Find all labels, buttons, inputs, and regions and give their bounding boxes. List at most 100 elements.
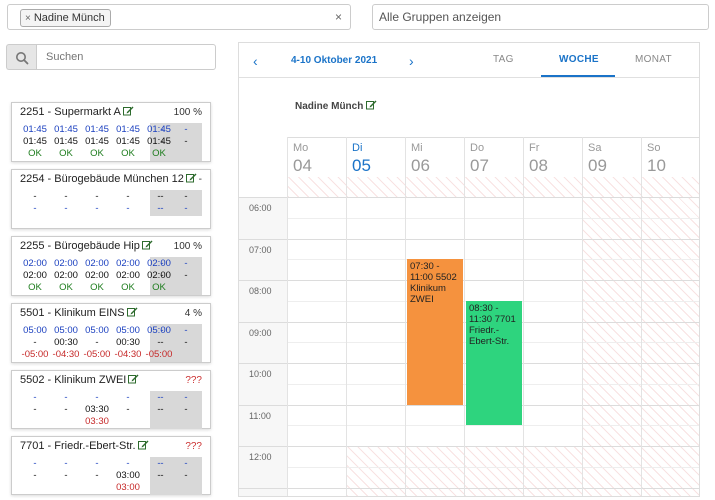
edit-icon[interactable] xyxy=(128,374,139,384)
card-cell: - xyxy=(184,392,188,403)
search-button[interactable] xyxy=(6,44,36,70)
card-cell: 02:00 xyxy=(116,258,140,269)
card-percentage: 100 % xyxy=(173,241,202,252)
card-cell: 00:30 xyxy=(116,337,140,348)
card-title: 5501 - Klinikum EINS xyxy=(20,307,138,319)
card-cell: - xyxy=(184,203,188,214)
hour-line xyxy=(239,487,699,489)
day-number[interactable]: 06 xyxy=(411,156,430,176)
day-number[interactable]: 04 xyxy=(293,156,312,176)
card-cell: - xyxy=(160,404,164,415)
hour-line xyxy=(239,280,699,281)
card-cell: - xyxy=(33,392,37,403)
card-percentage: 100 % xyxy=(173,107,202,118)
time-label: 10:00 xyxy=(249,369,272,379)
card-cell: OK xyxy=(59,148,73,159)
weekend-unavailable xyxy=(583,198,641,496)
day-number[interactable]: 08 xyxy=(529,156,548,176)
card-cell: 02:00 xyxy=(23,270,47,281)
object-card[interactable]: 7701 - Friedr.-Ebert-Str.??? - - - - - - - - - -03… xyxy=(11,436,211,495)
day-name: Di xyxy=(352,142,363,154)
clear-icon[interactable]: × xyxy=(335,10,342,24)
card-cell: - xyxy=(33,458,37,469)
day-column-divider xyxy=(641,137,642,496)
edit-icon[interactable] xyxy=(185,173,197,183)
card-cell: OK xyxy=(59,282,73,293)
tab-day[interactable]: TAG xyxy=(493,54,514,65)
time-label: 07:00 xyxy=(249,244,272,255)
day-name: So xyxy=(647,142,661,154)
object-card[interactable]: 2254 - Bürogebäude München 12- - - - - - - - - - -… xyxy=(11,169,211,229)
card-cell: 02:00 xyxy=(54,270,78,281)
card-cell: - xyxy=(160,258,164,269)
tab-month[interactable]: MONAT xyxy=(635,54,672,65)
time-label: 09:00 xyxy=(249,327,272,338)
card-cell: - xyxy=(126,392,130,403)
user-tag[interactable]: × Nadine Münch xyxy=(20,9,111,27)
card-cell: - xyxy=(184,136,188,147)
card-cell: OK xyxy=(28,282,42,293)
card-cell: - xyxy=(184,325,188,336)
after-hours-unavailable xyxy=(524,446,582,496)
card-cell: - xyxy=(160,470,164,481)
search-icon xyxy=(16,52,29,65)
card-cell: - xyxy=(126,458,130,469)
card-cell: OK xyxy=(121,148,135,159)
user-filter[interactable]: × Nadine Münch × xyxy=(7,4,351,30)
day-name: Mi xyxy=(411,142,423,154)
object-card[interactable]: 5501 - Klinikum EINS 4 % 05:00 05:00 05:00 05… xyxy=(11,303,211,363)
card-cell: - xyxy=(95,392,99,403)
day-number[interactable]: 07 xyxy=(470,156,489,176)
tab-week[interactable]: WOCHE xyxy=(559,54,599,65)
card-cell: - xyxy=(33,337,37,348)
card-cell: - xyxy=(160,124,164,135)
card-cell: - xyxy=(184,470,188,481)
day-number[interactable]: 09 xyxy=(588,156,607,176)
prev-week-button[interactable]: ‹ xyxy=(253,53,258,69)
calendar-event[interactable]: 07:30 - 11:00 5502 Klinikum ZWEI xyxy=(407,259,463,405)
allday-unavailable xyxy=(288,177,346,197)
date-range: 4-10 Oktober 2021 xyxy=(291,55,378,66)
tag-remove-icon[interactable]: × xyxy=(25,13,31,24)
card-cell: 02:00 xyxy=(23,258,47,269)
half-hour-line xyxy=(287,259,699,261)
edit-icon[interactable] xyxy=(122,106,134,116)
hour-line xyxy=(239,197,699,198)
edit-icon[interactable] xyxy=(141,240,153,250)
time-label: 06:00 xyxy=(249,203,272,213)
card-cell: OK xyxy=(90,148,104,159)
card-cell: - xyxy=(184,270,188,281)
card-title: 2255 - Bürogebäude Hip xyxy=(20,240,153,252)
card-cell: - xyxy=(33,203,37,214)
card-cell: - xyxy=(64,458,68,469)
card-cell: -04:30 xyxy=(114,349,142,360)
half-hour-line xyxy=(287,425,699,427)
group-filter-placeholder: Alle Gruppen anzeigen xyxy=(379,10,502,24)
edit-icon[interactable] xyxy=(137,440,149,450)
calendar-event[interactable]: 08:30 - 11:30 7701 Friedr.-Ebert-Str. xyxy=(466,300,522,426)
card-cell: - xyxy=(64,392,68,403)
edit-icon[interactable] xyxy=(366,100,377,110)
resource-name: Nadine Münch xyxy=(295,100,377,112)
day-number[interactable]: 05 xyxy=(352,156,371,176)
card-cell: 03:30 xyxy=(85,404,109,415)
card-cell: 02:00 xyxy=(54,258,78,269)
card-cell: - xyxy=(33,191,37,202)
day-column-divider xyxy=(582,137,583,496)
card-cell: - xyxy=(64,203,68,214)
object-card[interactable]: 5502 - Klinikum ZWEI??? - - - - - - - - -03:30- - -… xyxy=(11,370,211,429)
allday-unavailable xyxy=(583,177,641,197)
next-week-button[interactable]: › xyxy=(409,53,414,69)
card-title: 2251 - Supermarkt A xyxy=(20,106,134,118)
search-input[interactable] xyxy=(36,44,216,70)
edit-icon[interactable] xyxy=(126,307,138,317)
card-cell: - xyxy=(126,191,130,202)
day-number[interactable]: 10 xyxy=(647,156,666,176)
card-cell: 03:00 xyxy=(116,470,140,481)
after-hours-unavailable xyxy=(465,446,523,496)
object-card[interactable]: 2255 - Bürogebäude Hip 100 % 02:00 02:00 02:… xyxy=(11,236,211,296)
object-card[interactable]: 2251 - Supermarkt A 100 % 01:45 01:45 01:45 0… xyxy=(11,102,211,162)
group-filter[interactable]: Alle Gruppen anzeigen xyxy=(372,4,709,30)
allday-unavailable xyxy=(465,177,523,197)
card-cell: - xyxy=(184,191,188,202)
